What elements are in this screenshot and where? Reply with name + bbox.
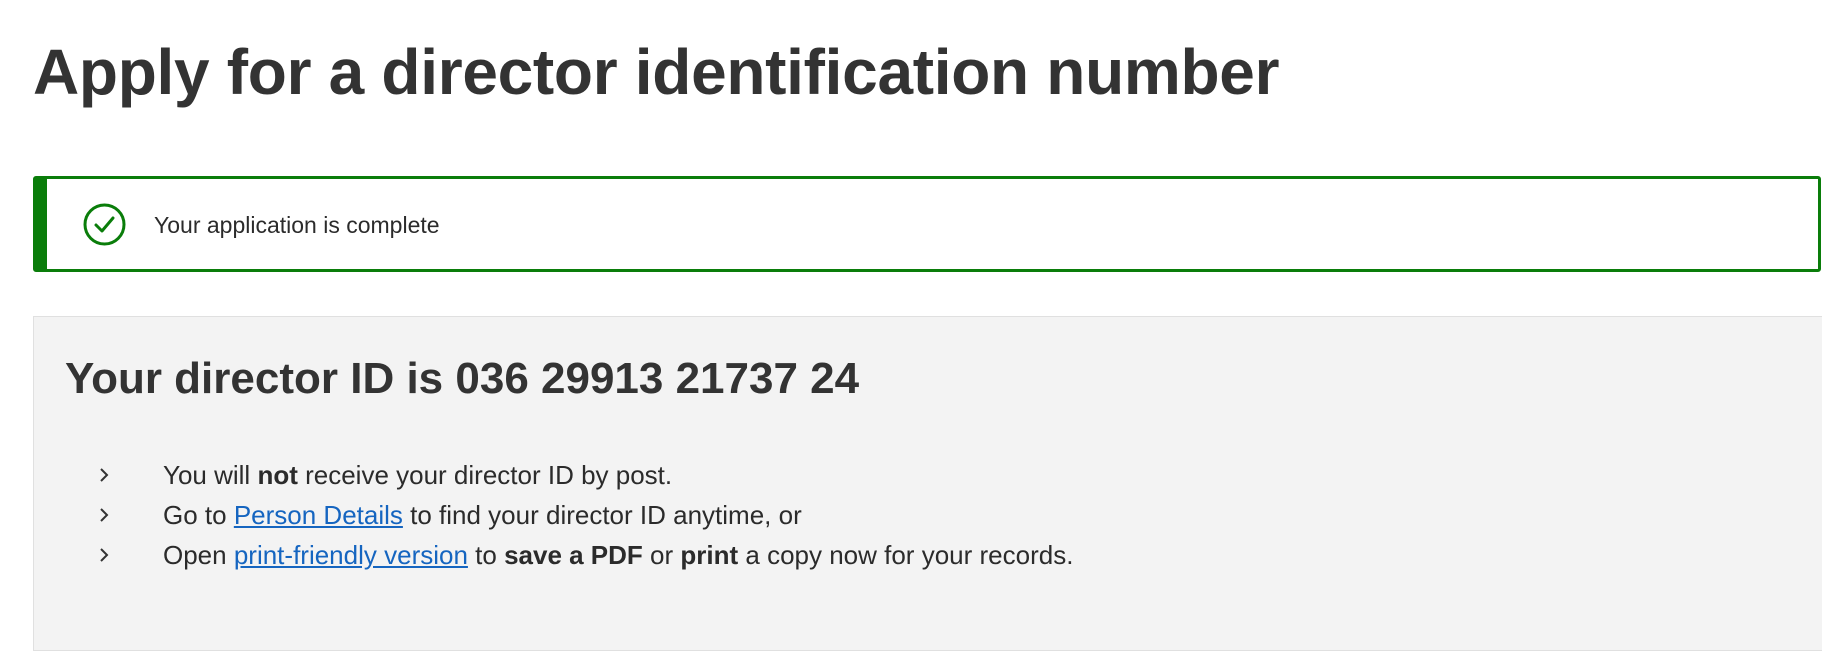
emphasis-save-pdf: save a PDF	[504, 540, 643, 570]
director-id-panel: Your director ID is 036 29913 21737 24 Y…	[33, 316, 1822, 651]
text-segment: to	[467, 540, 505, 570]
success-alert: Your application is complete	[33, 176, 1821, 272]
text-segment: Open	[163, 540, 234, 570]
text-segment: Go to	[163, 500, 234, 530]
emphasis-print: print	[680, 540, 739, 570]
check-circle-icon	[83, 203, 126, 246]
text-segment: receive your director ID by post.	[297, 460, 673, 490]
print-friendly-version-link[interactable]: print-friendly version	[234, 540, 468, 570]
text-segment: a copy now for your records.	[738, 540, 1074, 570]
director-id-heading: Your director ID is 036 29913 21737 24	[65, 354, 860, 403]
emphasis-not: not	[257, 460, 298, 490]
page-title: Apply for a director identification numb…	[33, 36, 1280, 108]
chevron-right-icon	[100, 468, 109, 482]
text-segment: You will	[163, 460, 258, 490]
list-item-text: Go to Person Details to find your direct…	[163, 495, 802, 535]
list-item-text: Open print-friendly version to save a PD…	[163, 535, 1073, 575]
text-segment: to find your director ID anytime, or	[402, 500, 802, 530]
success-message: Your application is complete	[154, 212, 440, 238]
person-details-link[interactable]: Person Details	[234, 500, 403, 530]
text-segment: or	[642, 540, 681, 570]
page: Apply for a director identification numb…	[0, 0, 1822, 651]
chevron-right-icon	[100, 548, 109, 562]
list-item-text: You will not receive your director ID by…	[163, 455, 672, 495]
chevron-right-icon	[100, 508, 109, 522]
